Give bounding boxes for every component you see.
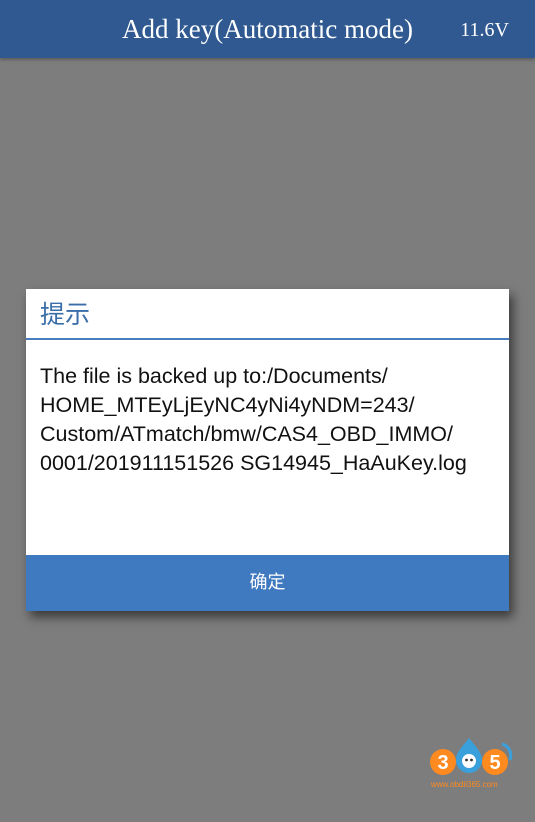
dialog-divider: [26, 338, 509, 340]
message-line: HOME_MTEyLjEyNC4yNi4yNDM=243/: [40, 393, 415, 417]
alert-dialog: 提示 The file is backed up to:/Documents/ …: [26, 289, 509, 611]
watermark-digit-5: 5: [482, 749, 508, 775]
dialog-message: The file is backed up to:/Documents/ HOM…: [40, 362, 505, 478]
page-title: Add key(Automatic mode): [122, 14, 413, 44]
message-line: The file is backed up to:/Documents/: [40, 364, 388, 388]
watermark-digit-3: 3: [430, 749, 456, 775]
app-header: Add key(Automatic mode) 11.6V: [0, 0, 535, 58]
message-line: 0001/201911151526 SG14945_HaAuKey.log: [40, 451, 467, 475]
svg-text:3: 3: [437, 752, 448, 774]
watermark-digit-0: [456, 738, 482, 773]
confirm-button[interactable]: 确定: [26, 555, 509, 611]
watermark-url: www.obdii365.com: [431, 780, 498, 789]
message-line: Custom/ATmatch/bmw/CAS4_OBD_IMMO/: [40, 422, 453, 446]
battery-voltage: 11.6V: [460, 19, 509, 41]
dialog-title: 提示: [40, 300, 91, 329]
svg-text:5: 5: [489, 752, 500, 774]
